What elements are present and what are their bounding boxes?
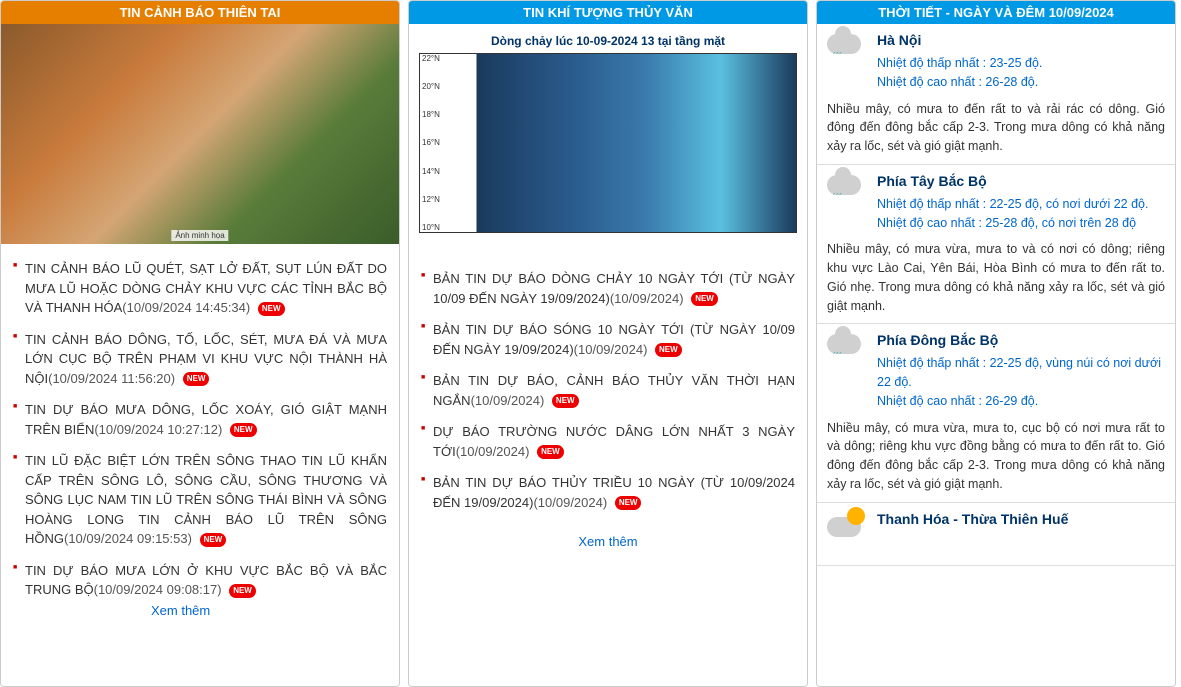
temp-high: Nhiệt độ cao nhất : 26-28 độ.	[877, 73, 1165, 92]
chart-map: 22°N 20°N 18°N 16°N 14°N 12°N 10°N	[419, 53, 797, 233]
chart-y-axis: 22°N 20°N 18°N 16°N 14°N 12°N 10°N	[422, 54, 440, 232]
new-badge-icon: NEW	[258, 302, 285, 316]
news-item[interactable]: TIN DỰ BÁO MƯA LỚN Ở KHU VỰC BẮC BỘ VÀ B…	[13, 561, 387, 600]
panel-body-right[interactable]: Hà Nội Nhiệt độ thấp nhất : 23-25 độ. Nh…	[817, 24, 1175, 686]
cloud-sun-icon	[827, 511, 865, 549]
news-item[interactable]: TIN DỰ BÁO MƯA DÔNG, LỐC XOÁY, GIÓ GIẬT …	[13, 400, 387, 439]
weather-header: Thanh Hóa - Thừa Thiên Huế	[827, 511, 1165, 549]
weather-desc: Nhiều mây, có mưa to đến rất to và rải r…	[827, 100, 1165, 156]
weather-info: Phía Đông Bắc Bộ Nhiệt độ thấp nhất : 22…	[877, 332, 1165, 410]
news-date: (10/09/2024 14:45:34)	[122, 300, 250, 315]
news-item[interactable]: TIN CẢNH BÁO LŨ QUÉT, SẠT LỞ ĐẤT, SỤT LÚ…	[13, 259, 387, 318]
city-name: Phía Tây Bắc Bộ	[877, 173, 1165, 189]
panel-title-left: TIN CẢNH BÁO THIÊN TAI	[1, 1, 399, 24]
news-date: (10/09/2024 09:08:17)	[94, 582, 222, 597]
news-item[interactable]: BẢN TIN DỰ BÁO, CẢNH BÁO THỦY VĂN THỜI H…	[421, 371, 795, 410]
see-more-left[interactable]: Xem thêm	[151, 603, 210, 618]
temp-low: Nhiệt độ thấp nhất : 22-25 độ, có nơi dư…	[877, 195, 1165, 214]
new-badge-icon: NEW	[691, 292, 718, 306]
image-caption: Ảnh minh họa	[171, 230, 228, 241]
weather-desc: Nhiều mây, có mưa vừa, mưa to, cục bộ có…	[827, 419, 1165, 494]
weather-header: Hà Nội Nhiệt độ thấp nhất : 23-25 độ. Nh…	[827, 32, 1165, 92]
y-tick: 10°N	[422, 223, 440, 232]
weather-header: Phía Tây Bắc Bộ Nhiệt độ thấp nhất : 22-…	[827, 173, 1165, 233]
y-tick: 18°N	[422, 110, 440, 119]
panel-body-mid: Dòng chảy lúc 10-09-2024 13 tại tầng mặt…	[409, 24, 807, 686]
news-date: (10/09/2024)	[574, 342, 648, 357]
city-name: Thanh Hóa - Thừa Thiên Huế	[877, 511, 1165, 527]
disaster-image: Ảnh minh họa	[1, 24, 399, 244]
y-tick: 14°N	[422, 167, 440, 176]
temp-high: Nhiệt độ cao nhất : 25-28 độ, có nơi trê…	[877, 214, 1165, 233]
news-date: (10/09/2024 09:15:53)	[64, 531, 192, 546]
temp-low: Nhiệt độ thấp nhất : 23-25 độ.	[877, 54, 1165, 73]
y-tick: 20°N	[422, 82, 440, 91]
see-more-mid[interactable]: Xem thêm	[409, 529, 807, 559]
city-name: Hà Nội	[877, 32, 1165, 48]
new-badge-icon: NEW	[229, 584, 256, 598]
cloud-rain-icon	[827, 32, 865, 70]
weather-item: Thanh Hóa - Thừa Thiên Huế	[817, 503, 1175, 566]
weather-info: Thanh Hóa - Thừa Thiên Huế	[877, 511, 1165, 533]
weather-info: Hà Nội Nhiệt độ thấp nhất : 23-25 độ. Nh…	[877, 32, 1165, 92]
weather-panel: THỜI TIẾT - NGÀY VÀ ĐÊM 10/09/2024 Hà Nộ…	[816, 0, 1176, 687]
news-item[interactable]: DỰ BÁO TRƯỜNG NƯỚC DÂNG LỚN NHẤT 3 NGÀY …	[421, 422, 795, 461]
new-badge-icon: NEW	[615, 496, 642, 510]
new-badge-icon: NEW	[552, 394, 579, 408]
disaster-news-list: TIN CẢNH BÁO LŨ QUÉT, SẠT LỞ ĐẤT, SỤT LÚ…	[1, 254, 399, 617]
news-date: (10/09/2024)	[456, 444, 530, 459]
flow-chart: Dòng chảy lúc 10-09-2024 13 tại tầng mặt…	[409, 24, 807, 254]
y-tick: 12°N	[422, 195, 440, 204]
cloud-rain-icon	[827, 332, 865, 370]
news-date: (10/09/2024 11:56:20)	[48, 371, 175, 386]
hydromet-panel: TIN KHÍ TƯỢNG THỦY VĂN Dòng chảy lúc 10-…	[408, 0, 808, 687]
y-tick: 16°N	[422, 138, 440, 147]
panel-body-left: Ảnh minh họa TIN CẢNH BÁO LŨ QUÉT, SẠT L…	[1, 24, 399, 686]
disaster-warning-panel: TIN CẢNH BÁO THIÊN TAI Ảnh minh họa TIN …	[0, 0, 400, 687]
new-badge-icon: NEW	[183, 372, 210, 386]
news-item[interactable]: BẢN TIN DỰ BÁO DÒNG CHẢY 10 NGÀY TỚI (TỪ…	[421, 269, 795, 308]
y-tick: 22°N	[422, 54, 440, 63]
hydromet-news-list: BẢN TIN DỰ BÁO DÒNG CHẢY 10 NGÀY TỚI (TỪ…	[409, 264, 807, 529]
news-text: BẢN TIN DỰ BÁO THỦY TRIỀU 10 NGÀY (TỪ 10…	[433, 475, 795, 510]
weather-item: Hà Nội Nhiệt độ thấp nhất : 23-25 độ. Nh…	[817, 24, 1175, 165]
panel-title-mid: TIN KHÍ TƯỢNG THỦY VĂN	[409, 1, 807, 24]
new-badge-icon: NEW	[200, 533, 227, 547]
weather-info: Phía Tây Bắc Bộ Nhiệt độ thấp nhất : 22-…	[877, 173, 1165, 233]
news-item[interactable]: TIN LŨ ĐẶC BIỆT LỚN TRÊN SÔNG THAO TIN L…	[13, 451, 387, 549]
news-item[interactable]: TIN CẢNH BÁO DÔNG, TỐ, LỐC, SÉT, MƯA ĐÁ …	[13, 330, 387, 389]
new-badge-icon: NEW	[655, 343, 682, 357]
news-item[interactable]: BẢN TIN DỰ BÁO SÓNG 10 NGÀY TỚI (TỪ NGÀY…	[421, 320, 795, 359]
news-date: (10/09/2024 10:27:12)	[94, 422, 222, 437]
temp-low: Nhiệt độ thấp nhất : 22-25 độ, vùng núi …	[877, 354, 1165, 392]
city-name: Phía Đông Bắc Bộ	[877, 332, 1165, 348]
cloud-rain-icon	[827, 173, 865, 211]
weather-item: Phía Đông Bắc Bộ Nhiệt độ thấp nhất : 22…	[817, 324, 1175, 502]
new-badge-icon: NEW	[230, 423, 257, 437]
weather-item: Phía Tây Bắc Bộ Nhiệt độ thấp nhất : 22-…	[817, 165, 1175, 325]
news-date: (10/09/2024)	[610, 291, 684, 306]
news-date: (10/09/2024)	[533, 495, 607, 510]
news-item[interactable]: BẢN TIN DỰ BÁO THỦY TRIỀU 10 NGÀY (TỪ 10…	[421, 473, 795, 512]
weather-header: Phía Đông Bắc Bộ Nhiệt độ thấp nhất : 22…	[827, 332, 1165, 410]
chart-title: Dòng chảy lúc 10-09-2024 13 tại tầng mặt	[419, 34, 797, 48]
news-date: (10/09/2024)	[471, 393, 545, 408]
panel-title-right: THỜI TIẾT - NGÀY VÀ ĐÊM 10/09/2024	[817, 1, 1175, 24]
temp-high: Nhiệt độ cao nhất : 26-29 độ.	[877, 392, 1165, 411]
new-badge-icon: NEW	[537, 445, 564, 459]
weather-desc: Nhiều mây, có mưa vừa, mưa to và có nơi …	[827, 240, 1165, 315]
